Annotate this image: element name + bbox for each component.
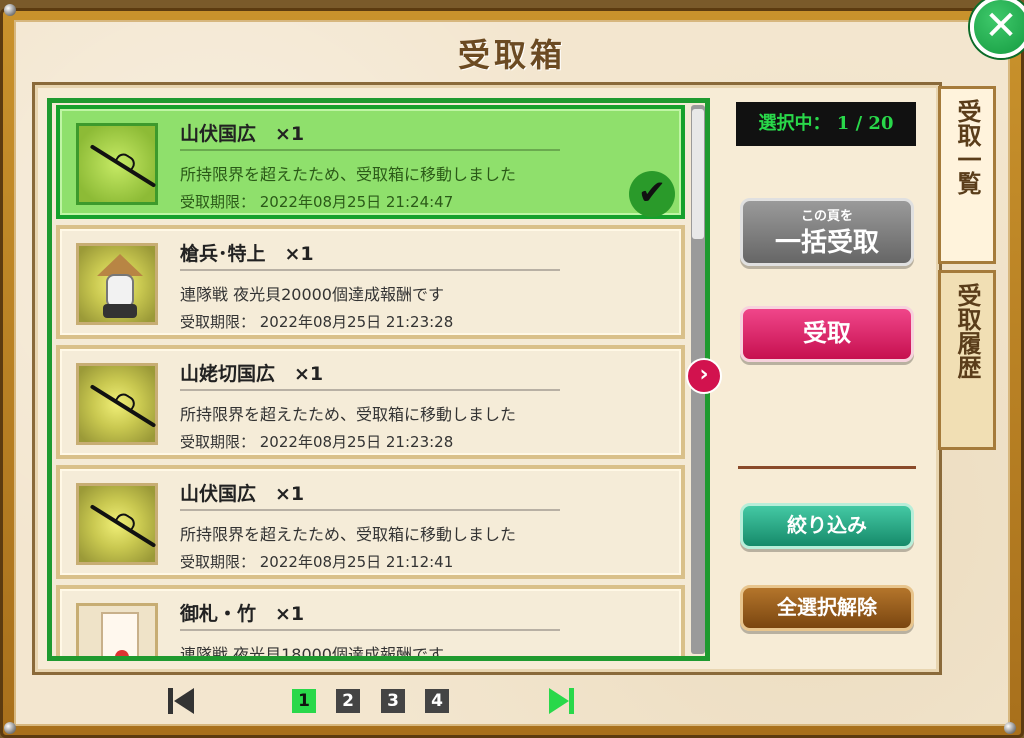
inbox-list: 山伏国広 ×1 所持限界を超えたため、受取箱に移動しました 受取期限： 2022… [47, 98, 710, 661]
divider [180, 269, 560, 271]
item-description: 所持限界を超えたため、受取箱に移動しました [180, 165, 517, 184]
page-1-button[interactable]: 1 [292, 689, 316, 713]
page-4-button[interactable]: 4 [425, 689, 449, 713]
scrollbar-thumb[interactable] [692, 109, 704, 239]
sword-icon [76, 363, 158, 445]
list-item[interactable]: 山姥切国広 ×1 所持限界を超えたため、受取箱に移動しました 受取期限： 202… [56, 345, 685, 459]
item-description: 所持限界を超えたため、受取箱に移動しました [180, 525, 517, 544]
item-description: 連隊戦 夜光貝20000個達成報酬です [180, 285, 444, 304]
first-page-icon[interactable] [166, 686, 196, 716]
item-description: 所持限界を超えたため、受取箱に移動しました [180, 405, 517, 424]
rivet-decoration [1004, 722, 1016, 734]
filter-button[interactable]: 絞り込み [740, 503, 914, 549]
receive-button[interactable]: 受取 [740, 306, 914, 362]
item-deadline: 受取期限： 2022年08月25日 21:23:28 [180, 433, 454, 451]
window-title: 受取箱 [457, 36, 566, 74]
charm-icon [76, 603, 158, 656]
selection-counter: 選択中： 1 / 20 [736, 102, 916, 146]
rivet-decoration [4, 4, 16, 16]
page-2-button[interactable]: 2 [336, 689, 360, 713]
tab-label: 受取履歴 [953, 283, 982, 379]
bulk-receive-page-button[interactable]: この頁を 一括受取 [740, 198, 914, 266]
spearman-icon [76, 243, 158, 325]
divider [738, 466, 916, 469]
tab-received-list[interactable]: 受取一覧 [938, 86, 996, 264]
inbox-list-items: 山伏国広 ×1 所持限界を超えたため、受取箱に移動しました 受取期限： 2022… [52, 103, 687, 656]
bulk-receive-label: 一括受取 [774, 228, 879, 258]
sword-icon [76, 483, 158, 565]
list-item[interactable]: 山伏国広 ×1 所持限界を超えたため、受取箱に移動しました 受取期限： 2022… [56, 465, 685, 579]
tab-label: 受取一覧 [953, 99, 982, 195]
tab-received-history[interactable]: 受取履歴 [938, 270, 996, 450]
item-name: 山伏国広 ×1 [180, 483, 305, 505]
rivet-decoration [4, 722, 16, 734]
list-item[interactable]: 槍兵･特上 ×1 連隊戦 夜光貝20000個達成報酬です 受取期限： 2022年… [56, 225, 685, 339]
list-item[interactable]: 御札・竹 ×1 連隊戦 夜光貝18000個達成報酬です [56, 585, 685, 656]
checkmark-icon: ✔ [629, 171, 675, 217]
divider [180, 509, 560, 511]
divider [180, 629, 560, 631]
item-name: 槍兵･特上 ×1 [180, 243, 314, 265]
sword-icon [76, 123, 158, 205]
item-deadline: 受取期限： 2022年08月25日 21:12:41 [180, 553, 454, 571]
item-description: 連隊戦 夜光貝18000個達成報酬です [180, 645, 444, 656]
list-item[interactable]: 山伏国広 ×1 所持限界を超えたため、受取箱に移動しました 受取期限： 2022… [56, 105, 685, 219]
divider [180, 389, 560, 391]
divider [180, 149, 560, 151]
item-name: 山伏国広 ×1 [180, 123, 305, 145]
item-name: 御札・竹 ×1 [180, 603, 305, 625]
item-deadline: 受取期限： 2022年08月25日 21:24:47 [180, 193, 454, 211]
chevron-right-icon[interactable]: › [686, 358, 722, 394]
item-deadline: 受取期限： 2022年08月25日 21:23:28 [180, 313, 454, 331]
item-name: 山姥切国広 ×1 [180, 363, 324, 385]
last-page-icon[interactable] [547, 686, 577, 716]
page-3-button[interactable]: 3 [381, 689, 405, 713]
deselect-all-button[interactable]: 全選択解除 [740, 585, 914, 631]
